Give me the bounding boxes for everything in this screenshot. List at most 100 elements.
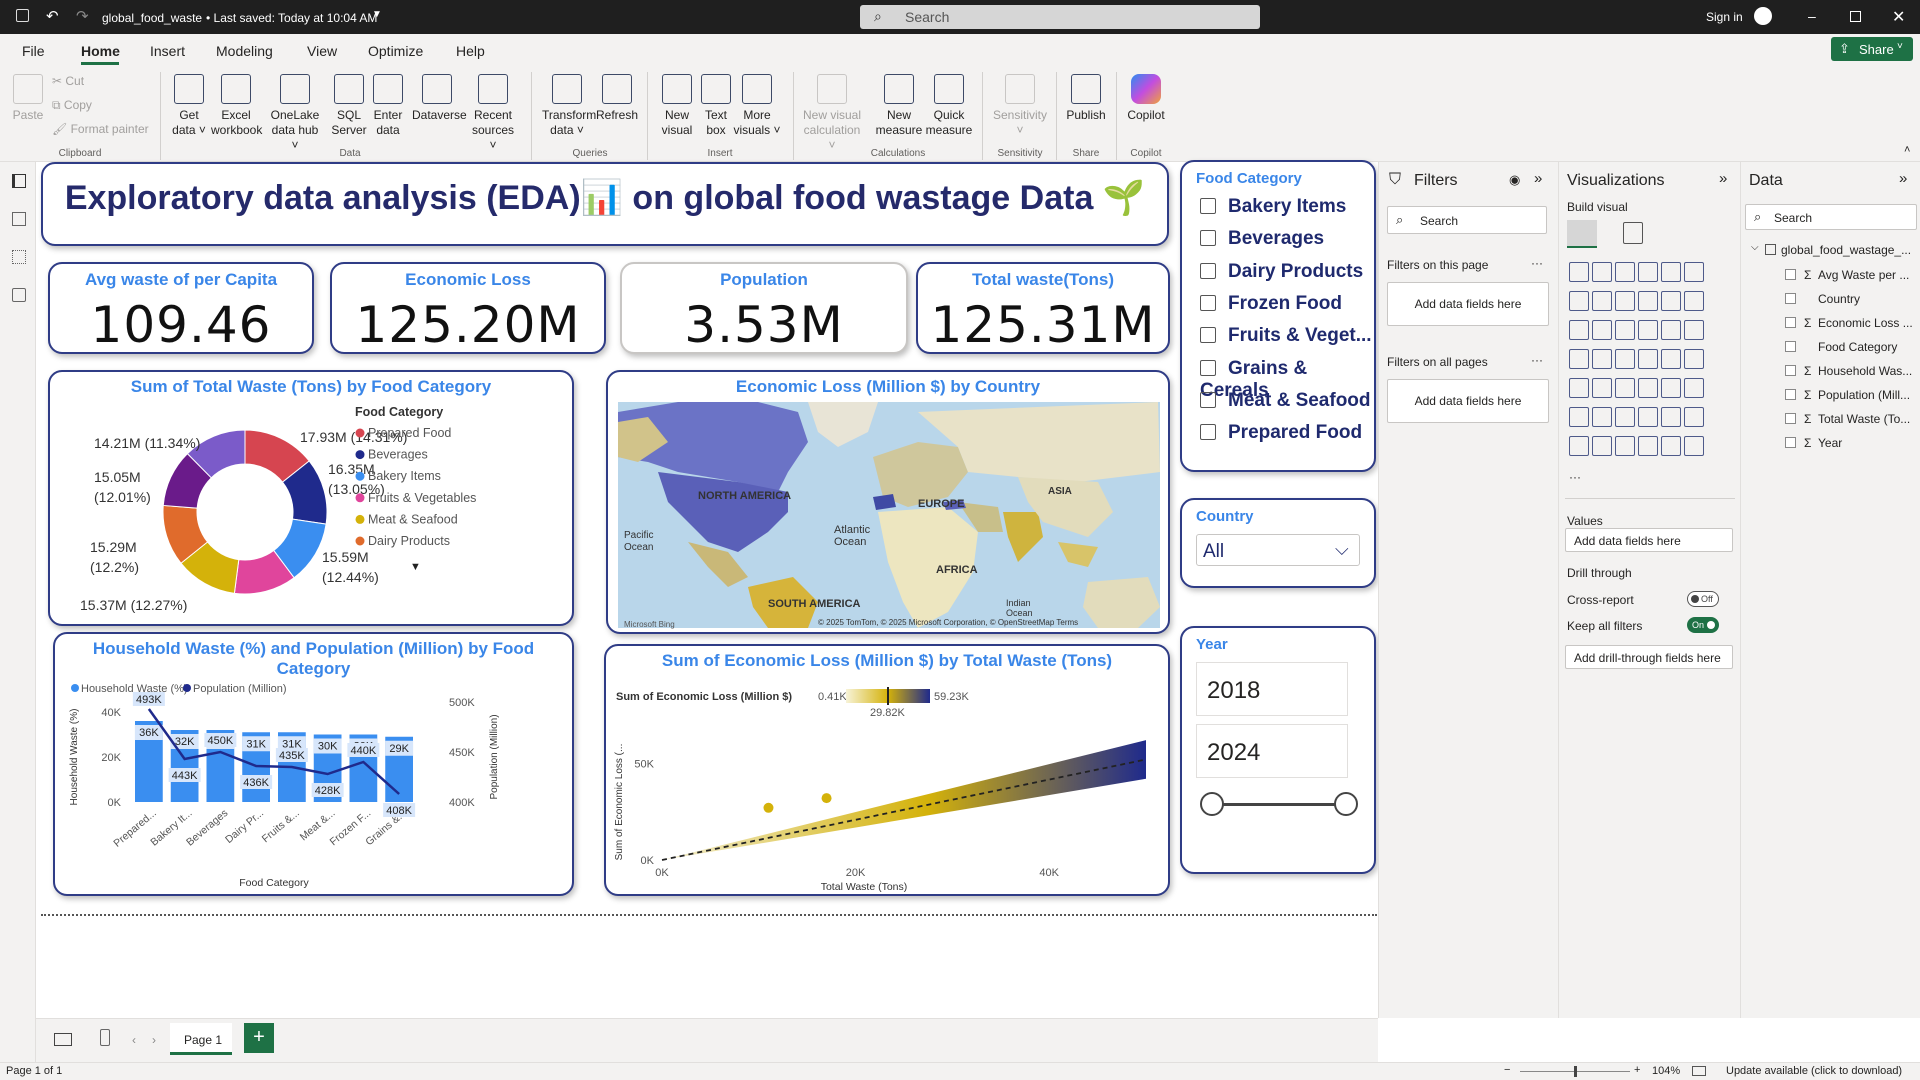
visual-type-icon[interactable] xyxy=(1569,320,1589,340)
food-category-slicer[interactable]: Food Category Bakery Items Beverages Dairy… xyxy=(1180,160,1376,472)
data-field[interactable]: Σ Economic Loss ... xyxy=(1785,316,1913,330)
checkbox[interactable] xyxy=(1200,198,1216,214)
visual-type-icon[interactable] xyxy=(1638,291,1658,311)
combo-chart-card[interactable]: Household Waste (%) and Population (Mill… xyxy=(53,632,574,896)
menu-optimize[interactable]: Optimize xyxy=(368,43,423,59)
checkbox[interactable] xyxy=(1200,424,1216,441)
ribbon-button-calc-0[interactable]: New visual calculation ˅ xyxy=(800,74,864,153)
format-visual-icon[interactable] xyxy=(1623,222,1643,244)
visual-type-icon[interactable] xyxy=(1615,320,1635,340)
copy-button[interactable]: ⧉ Copy xyxy=(52,98,92,113)
zoom-out-icon[interactable]: − xyxy=(1504,1064,1510,1076)
year-to-input[interactable]: 2024 xyxy=(1196,724,1348,778)
filters-search[interactable]: ⌕ Search xyxy=(1387,206,1547,234)
drill-through-drop[interactable]: Add drill-through fields here xyxy=(1565,645,1733,669)
ribbon-button-calc-2[interactable]: Quick measure xyxy=(924,74,974,138)
ribbon-button-data-2[interactable]: OneLake data hub ˅ xyxy=(270,74,320,153)
visual-type-icon[interactable] xyxy=(1684,262,1704,282)
cross-report-toggle[interactable]: Off xyxy=(1687,591,1719,607)
sign-in-link[interactable]: Sign in xyxy=(1706,10,1743,24)
slicer-item[interactable]: Meat & Seafood xyxy=(1200,390,1371,412)
visual-type-icon[interactable] xyxy=(1661,349,1681,369)
checkbox[interactable] xyxy=(1200,262,1216,279)
zoom-in-icon[interactable]: + xyxy=(1634,1064,1640,1076)
undo-icon[interactable]: ↶ xyxy=(46,7,59,25)
ribbon-button-insert-2[interactable]: More visuals ˅ xyxy=(732,74,782,138)
paste-button[interactable]: Paste xyxy=(10,74,46,123)
menu-view[interactable]: View xyxy=(307,43,337,59)
visual-type-icon[interactable] xyxy=(1615,349,1635,369)
ribbon-button-data-0[interactable]: Get data ˅ xyxy=(164,74,214,138)
kpi-card-total-waste[interactable]: Total waste(Tons) 125.31M xyxy=(916,262,1170,354)
visual-type-icon[interactable] xyxy=(1661,407,1681,427)
year-from-input[interactable]: 2018 xyxy=(1196,662,1348,716)
checkbox[interactable] xyxy=(1785,293,1796,304)
checkbox[interactable] xyxy=(1785,437,1796,448)
slicer-item[interactable]: Fruits & Veget... xyxy=(1200,325,1372,347)
visual-type-icon[interactable] xyxy=(1615,378,1635,398)
ribbon-button-calc-1[interactable]: New measure xyxy=(874,74,924,138)
ribbon-button-queries-0[interactable]: Transform data ˅ xyxy=(542,74,596,138)
ribbon-button-data-1[interactable]: Excel workbook xyxy=(211,74,262,138)
data-field[interactable]: Food Category xyxy=(1785,340,1897,354)
data-field[interactable]: Σ Avg Waste per ... xyxy=(1785,268,1909,282)
visual-type-icon[interactable] xyxy=(1615,407,1635,427)
data-field[interactable]: Σ Population (Mill... xyxy=(1785,388,1910,402)
visual-type-icon[interactable] xyxy=(1638,349,1658,369)
desktop-layout-icon[interactable] xyxy=(54,1033,72,1046)
eye-icon[interactable]: ◉ xyxy=(1509,172,1520,188)
visual-type-icon[interactable] xyxy=(1569,291,1589,311)
legend-item[interactable]: Prepared Food xyxy=(368,426,451,440)
minimize-icon[interactable]: – xyxy=(1808,8,1816,24)
visual-type-icon[interactable] xyxy=(1684,378,1704,398)
visual-type-icon[interactable] xyxy=(1569,378,1589,398)
visual-type-icon[interactable] xyxy=(1592,320,1612,340)
legend-more-icon[interactable]: ▼ xyxy=(410,561,421,573)
kpi-card-avg-waste[interactable]: Avg waste of per Capita 109.46 xyxy=(48,262,314,354)
legend-item[interactable]: Fruits & Vegetables xyxy=(368,491,476,505)
table-view-icon[interactable] xyxy=(12,212,26,226)
checkbox[interactable] xyxy=(1200,294,1216,311)
collapse-pane-icon[interactable]: » xyxy=(1899,170,1907,187)
visual-type-icon[interactable] xyxy=(1638,407,1658,427)
visual-type-icon[interactable] xyxy=(1684,291,1704,311)
data-field[interactable]: Country xyxy=(1785,292,1860,306)
visual-type-icon[interactable] xyxy=(1661,436,1681,456)
save-icon[interactable] xyxy=(16,9,29,22)
menu-help[interactable]: Help xyxy=(456,43,485,59)
redo-icon[interactable]: ↷ xyxy=(76,7,89,25)
visual-type-icon[interactable] xyxy=(1592,436,1612,456)
prev-page-icon[interactable]: ‹ xyxy=(132,1033,136,1047)
menu-insert[interactable]: Insert xyxy=(150,43,185,59)
visual-type-icon[interactable] xyxy=(1661,378,1681,398)
menu-modeling[interactable]: Modeling xyxy=(216,43,273,59)
mobile-layout-icon[interactable] xyxy=(100,1029,110,1046)
visual-type-icon[interactable] xyxy=(1638,378,1658,398)
visual-type-icon[interactable] xyxy=(1638,436,1658,456)
checkbox[interactable] xyxy=(1200,359,1216,376)
kpi-card-population[interactable]: Population 3.53M xyxy=(620,262,908,354)
legend-item[interactable]: Bakery Items xyxy=(368,469,441,483)
slicer-item[interactable]: Prepared Food xyxy=(1200,422,1362,444)
visual-type-icon[interactable] xyxy=(1592,378,1612,398)
collapse-ribbon-icon[interactable]: ˄ xyxy=(1904,144,1910,156)
visual-type-icon[interactable] xyxy=(1661,291,1681,311)
avatar-icon[interactable] xyxy=(1754,7,1772,25)
visual-type-icon[interactable] xyxy=(1569,407,1589,427)
year-slicer[interactable]: Year 2018 2024 xyxy=(1180,626,1376,874)
donut-chart-card[interactable]: Sum of Total Waste (Tons) by Food Catego… xyxy=(48,370,574,626)
checkbox[interactable] xyxy=(1785,389,1796,400)
add-fields-all-drop[interactable]: Add data fields here xyxy=(1387,379,1549,423)
visual-type-icon[interactable] xyxy=(1684,407,1704,427)
menu-home[interactable]: Home xyxy=(81,43,120,59)
update-notice[interactable]: Update available (click to download) xyxy=(1726,1065,1902,1077)
data-search[interactable]: ⌕ Search xyxy=(1745,204,1917,230)
add-page-button[interactable]: + xyxy=(244,1023,274,1053)
next-page-icon[interactable]: › xyxy=(152,1033,156,1047)
ribbon-button-queries-1[interactable]: Refresh xyxy=(592,74,642,123)
more-visuals-icon[interactable]: ··· xyxy=(1569,470,1581,484)
checkbox[interactable] xyxy=(1785,365,1796,376)
visual-type-icon[interactable] xyxy=(1615,291,1635,311)
sensitivity-button[interactable]: Sensitivity ˅ xyxy=(990,74,1050,138)
cut-button[interactable]: ✂ Cut xyxy=(52,74,84,89)
